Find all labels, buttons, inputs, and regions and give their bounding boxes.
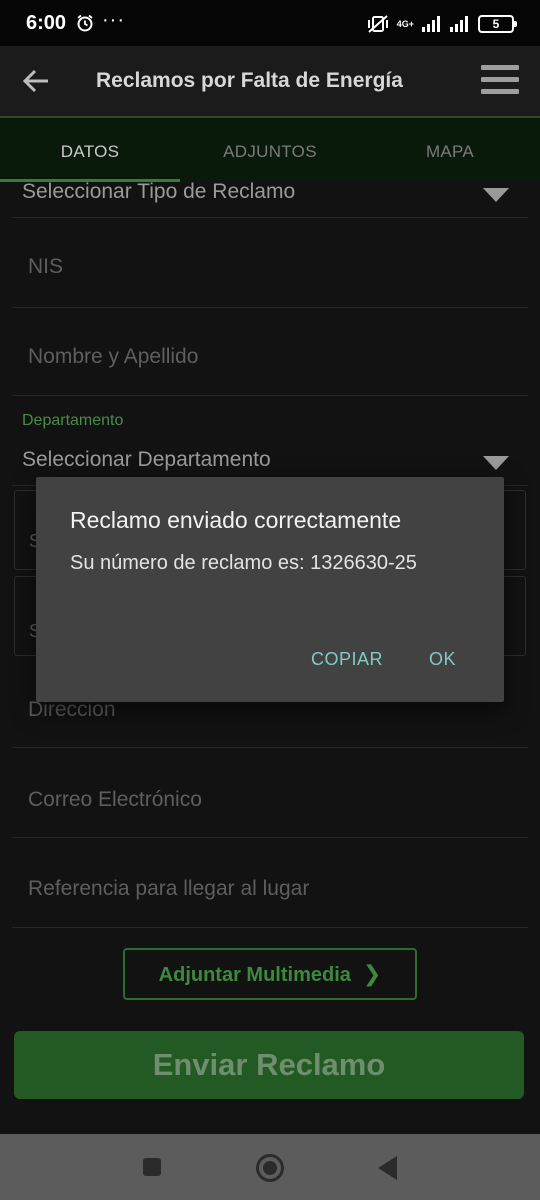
home-icon[interactable] <box>256 1154 284 1182</box>
dialog-title: Reclamo enviado correctamente <box>70 507 402 533</box>
back-arrow-icon[interactable] <box>22 68 50 94</box>
referencia-placeholder: Referencia para llegar al lugar <box>28 877 310 900</box>
vibrate-off-icon <box>367 15 388 33</box>
back-icon[interactable] <box>378 1156 397 1180</box>
page-title: Reclamos por Falta de Energía <box>96 69 403 92</box>
system-nav-bar <box>0 1134 540 1200</box>
referencia-field[interactable]: Referencia para llegar al lugar <box>12 838 528 928</box>
alarm-icon <box>77 14 93 32</box>
adjuntar-multimedia-button[interactable]: Adjuntar Multimedia ❯ <box>123 948 417 1000</box>
nis-field[interactable]: NIS <box>12 218 528 308</box>
status-bar: 6:00 ··· 4G+ 5 <box>0 0 540 46</box>
dropdown-caret-icon <box>483 456 509 470</box>
correo-placeholder: Correo Electrónico <box>28 788 202 811</box>
tab-datos[interactable]: DATOS <box>0 118 180 182</box>
tipo-reclamo-value: Seleccionar Tipo de Reclamo <box>22 180 296 203</box>
battery-icon: 5 <box>478 15 517 33</box>
more-notifications-icon: ··· <box>102 9 125 31</box>
departamento-label: Departamento <box>22 412 124 429</box>
status-icons: 4G+ 5 <box>367 13 517 35</box>
ok-button[interactable]: OK <box>429 649 456 670</box>
recents-icon[interactable] <box>143 1158 161 1176</box>
signal-icon-2 <box>450 16 468 32</box>
network-type: 4G+ <box>396 18 414 29</box>
copiar-button[interactable]: COPIAR <box>311 649 383 670</box>
nombre-placeholder: Nombre y Apellido <box>28 345 199 368</box>
correo-field[interactable]: Correo Electrónico <box>12 748 528 838</box>
app-bar: Reclamos por Falta de Energía <box>0 46 540 116</box>
tab-mapa[interactable]: MAPA <box>360 118 540 182</box>
departamento-value: Seleccionar Departamento <box>22 448 271 471</box>
dialog-message: Su número de reclamo es: 1326630-25 <box>70 552 417 574</box>
chevron-right-icon: ❯ <box>362 961 382 986</box>
signal-icon <box>422 16 440 32</box>
enviar-reclamo-button[interactable]: Enviar Reclamo <box>14 1031 524 1099</box>
dropdown-caret-icon <box>483 188 509 202</box>
nombre-field[interactable]: Nombre y Apellido <box>12 308 528 396</box>
tipo-reclamo-select[interactable]: Seleccionar Tipo de Reclamo <box>12 180 528 218</box>
tab-bar: DATOS ADJUNTOS MAPA <box>0 116 540 182</box>
hamburger-menu-icon[interactable] <box>481 65 519 97</box>
nis-placeholder: NIS <box>28 255 64 278</box>
tab-adjuntos[interactable]: ADJUNTOS <box>180 118 360 182</box>
adjuntar-label: Adjuntar Multimedia <box>158 964 351 986</box>
success-dialog: Reclamo enviado correctamente Su número … <box>36 477 504 702</box>
status-time: 6:00 <box>26 12 67 34</box>
